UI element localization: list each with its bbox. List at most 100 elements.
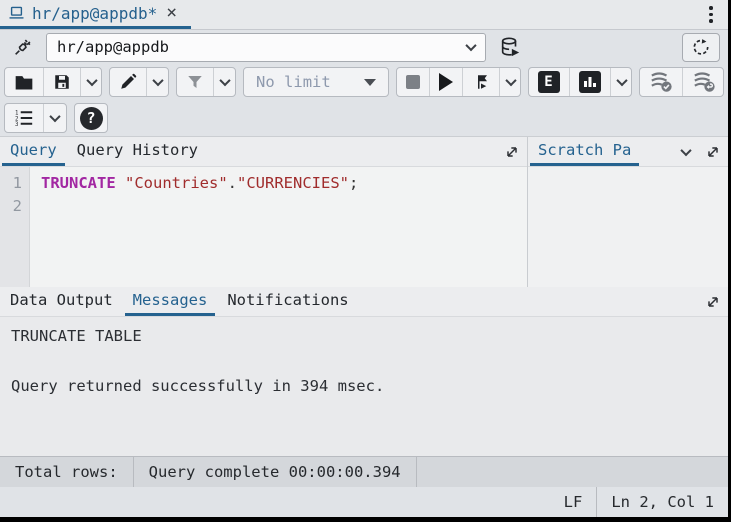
sql-identifier: "Countries" [125,174,228,192]
eol-indicator: LF [550,487,598,517]
expand-editor-icon[interactable] [497,137,527,166]
total-rows-label: Total rows: [0,457,134,487]
connection-plug-icon[interactable] [4,33,41,62]
list-options-dropdown[interactable] [43,104,66,132]
rollback-icon [692,71,716,93]
row-limit-dropdown[interactable]: No limit [243,67,389,97]
chevron-down-icon [49,111,60,122]
message-blank-line [11,349,717,374]
cursor-position: Ln 2, Col 1 [597,487,728,517]
sql-semicolon: ; [349,174,358,192]
tab-data-output[interactable]: Data Output [2,287,121,316]
chevron-down-icon [219,75,230,86]
messages-panel: TRUNCATE TABLE Query returned successful… [0,317,728,456]
play-icon [439,73,453,91]
query-editor-pane: Query Query History 1 2 TRUNCATE "Countr… [0,137,528,287]
chevron-down-icon [505,75,516,86]
line-number: 1 [0,172,22,195]
commit-button[interactable] [640,68,682,96]
laptop-icon [8,6,25,20]
help-button[interactable]: ? [74,103,108,133]
sql-keyword: TRUNCATE [41,174,116,192]
help-icon: ? [80,107,103,130]
explain-analyze-button[interactable] [569,68,610,96]
svg-text:3: 3 [15,122,19,127]
connection-value: hr/app@appdb [57,38,467,56]
expand-scratch-icon[interactable] [698,137,728,166]
connection-selector[interactable]: hr/app@appdb [46,33,486,62]
secondary-toolbar: 123 ? [0,100,728,136]
editor-tabs-spacer [208,137,497,166]
transaction-button-group [639,67,724,97]
close-icon[interactable]: × [164,4,179,22]
filter-button-group [176,67,236,97]
tab-query[interactable]: Query [2,137,65,166]
scratch-pad-title[interactable]: Scratch Pa [530,137,639,166]
filter-button[interactable] [177,68,213,96]
folder-icon [14,73,34,91]
status-bar-bottom: LF Ln 2, Col 1 [0,487,728,517]
chevron-down-icon [616,75,627,86]
sql-code-area[interactable]: TRUNCATE "Countries"."CURRENCIES"; [30,167,527,287]
save-button[interactable] [43,68,80,96]
line-number-gutter: 1 2 [0,167,30,287]
chart-bars-icon [579,71,601,93]
save-options-dropdown[interactable] [80,68,102,96]
new-connection-button[interactable] [491,33,529,62]
rollback-button[interactable] [682,68,724,96]
save-icon [53,73,71,91]
query-tool-tab[interactable]: hr/app@appdb* × [0,0,191,29]
scratch-header-spacer [641,137,674,166]
scratch-collapse-icon[interactable] [674,137,698,166]
ordered-list-icon: 123 [14,109,34,127]
explain-button[interactable]: E [529,68,569,96]
output-region: Data Output Messages Notifications TRUNC… [0,287,728,456]
connection-row: hr/app@appdb [0,30,728,64]
chevron-down-icon [153,75,164,86]
execute-button-group [396,67,521,97]
refresh-icon[interactable] [682,33,720,62]
filter-options-dropdown[interactable] [213,68,236,96]
scratch-pad-header: Scratch Pa [528,137,728,167]
filter-icon [186,73,204,91]
edit-button-group [109,67,169,97]
explain-options-dropdown[interactable] [610,68,632,96]
scratch-pad-body[interactable] [528,167,728,287]
chevron-down-icon [465,40,476,51]
message-line: TRUNCATE TABLE [11,324,717,349]
play-flag-icon [472,73,490,91]
commit-icon [649,71,673,93]
tabbar-spacer [191,0,698,29]
tab-messages[interactable]: Messages [125,287,216,316]
stop-icon [406,75,420,89]
kebab-menu-icon[interactable] [698,0,724,29]
main-toolbar: No limit [0,64,728,100]
edit-button[interactable] [110,68,146,96]
execute-to-cursor-button[interactable] [462,68,499,96]
chevron-down-icon [680,144,691,155]
output-tabs: Data Output Messages Notifications [0,287,728,317]
tab-title: hr/app@appdb* [32,4,157,23]
execute-options-dropdown[interactable] [499,68,521,96]
scratch-pad-pane: Scratch Pa [528,137,728,287]
sql-dot: . [228,174,237,192]
explain-button-group: E [528,67,632,97]
expand-output-icon[interactable] [698,287,728,316]
file-button-group [4,67,102,97]
line-number: 2 [0,195,22,218]
row-limit-value: No limit [256,73,364,91]
tab-query-history[interactable]: Query History [69,137,206,166]
explain-icon: E [538,71,560,93]
pgadmin-query-tool-window: hr/app@appdb* × hr/app@appdb [0,0,728,517]
output-tabs-spacer [359,287,698,316]
ordered-list-button[interactable]: 123 [5,104,43,132]
open-file-button[interactable] [5,68,43,96]
stop-button[interactable] [397,68,429,96]
edit-options-dropdown[interactable] [146,68,169,96]
sql-identifier: "CURRENCIES" [237,174,349,192]
execute-button[interactable] [429,68,462,96]
status-bar-top: Total rows: Query complete 00:00:00.394 [0,456,728,487]
tab-notifications[interactable]: Notifications [219,287,356,316]
query-complete-status: Query complete 00:00:00.394 [134,457,417,487]
pencil-icon [119,73,137,91]
